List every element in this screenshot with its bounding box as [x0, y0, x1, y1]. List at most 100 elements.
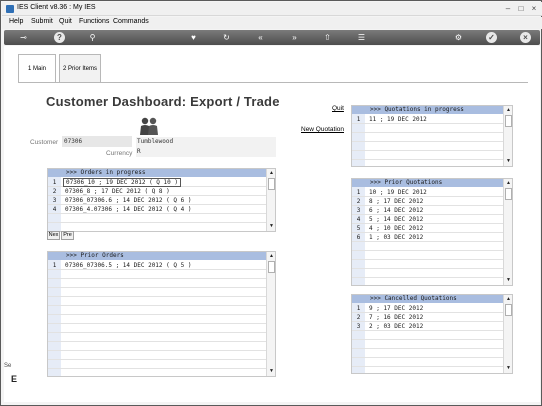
scroll-up-icon[interactable]: ▲ — [505, 180, 512, 187]
scroll-thumb[interactable] — [505, 115, 512, 127]
vertical-scrollbar[interactable]: ▲ ▼ — [266, 252, 275, 376]
table-row[interactable]: 2 8 ; 17 DEC 2012 — [352, 197, 504, 206]
table-row[interactable] — [352, 260, 504, 269]
next-button[interactable]: Nex — [47, 231, 60, 240]
table-row[interactable] — [352, 331, 504, 340]
app-icon — [6, 5, 14, 13]
scroll-thumb[interactable] — [505, 188, 512, 200]
customer-code-field[interactable]: 07306 — [62, 136, 132, 147]
check-icon[interactable]: ✓ — [486, 32, 497, 43]
table-row[interactable]: 1 11 ; 19 DEC 2012 — [352, 115, 504, 124]
table-row[interactable] — [352, 358, 504, 367]
table-row[interactable]: 2 07306_8 ; 17 DEC 2012 ( Q 8 ) — [48, 187, 267, 196]
table-row[interactable] — [48, 324, 267, 333]
tab-divider — [18, 82, 528, 83]
scroll-down-icon[interactable]: ▼ — [268, 223, 275, 230]
main-content: 1 Main 2 Prior Items Customer Dashboard:… — [4, 46, 540, 402]
menu-quit[interactable]: Quit — [59, 18, 72, 25]
table-row[interactable] — [48, 288, 267, 297]
vertical-scrollbar[interactable]: ▲ ▼ — [503, 106, 512, 166]
currency-label: Currency — [106, 150, 133, 157]
minimize-button[interactable]: – — [502, 4, 514, 14]
scroll-up-icon[interactable]: ▲ — [268, 170, 275, 177]
menu-help[interactable]: Help — [9, 18, 23, 25]
grid-header: >>> Prior Quotations — [352, 179, 504, 187]
table-row[interactable] — [352, 142, 504, 151]
tab-prior-items[interactable]: 2 Prior Items — [59, 54, 101, 82]
menu-commands[interactable]: Commands — [113, 18, 149, 25]
table-row[interactable] — [48, 360, 267, 369]
table-row[interactable]: 4 07306_4.07306 ; 14 DEC 2012 ( Q 4 ) — [48, 205, 267, 214]
scroll-up-icon[interactable]: ▲ — [268, 253, 275, 260]
maximize-button[interactable]: □ — [515, 4, 527, 14]
help-icon[interactable]: ? — [54, 32, 65, 43]
table-row[interactable] — [352, 151, 504, 160]
table-row[interactable] — [352, 340, 504, 349]
fast-forward-icon[interactable]: » — [289, 32, 300, 43]
row-number: 1 — [356, 305, 361, 312]
table-row[interactable] — [352, 349, 504, 358]
table-row[interactable]: 1 07306_07306.5 ; 14 DEC 2012 ( Q 5 ) — [48, 261, 267, 270]
table-row[interactable]: 1 07306_10 ; 19 DEC 2012 ( Q 10 ) — [48, 178, 267, 187]
table-row[interactable] — [48, 306, 267, 315]
table-row[interactable] — [352, 242, 504, 251]
side-panel-label: Se — [4, 363, 12, 369]
list-icon[interactable]: ☰ — [356, 32, 367, 43]
vertical-scrollbar[interactable]: ▲ ▼ — [503, 179, 512, 285]
table-row[interactable] — [48, 279, 267, 288]
table-row[interactable]: 2 7 ; 16 DEC 2012 — [352, 313, 504, 322]
scroll-down-icon[interactable]: ▼ — [505, 158, 512, 165]
table-row[interactable]: 3 6 ; 14 DEC 2012 — [352, 206, 504, 215]
customer-label: Customer — [30, 139, 59, 146]
table-row[interactable]: 1 9 ; 17 DEC 2012 — [352, 304, 504, 313]
vertical-scrollbar[interactable]: ▲ ▼ — [503, 295, 512, 373]
customer-name-field: Tumblewood — [136, 137, 276, 147]
vertical-scrollbar[interactable]: ▲ ▼ — [266, 169, 275, 231]
table-row[interactable] — [352, 269, 504, 278]
settings-icon[interactable]: ⚙ — [453, 32, 464, 43]
table-row[interactable] — [352, 133, 504, 142]
menu-functions[interactable]: Functions — [79, 18, 109, 25]
quit-link[interactable]: Quit — [332, 105, 344, 112]
row-text: 07306_07306.6 ; 14 DEC 2012 ( Q 6 ) — [65, 197, 192, 204]
row-text: 8 ; 17 DEC 2012 — [369, 198, 424, 205]
scroll-thumb[interactable] — [505, 304, 512, 316]
close-window-button[interactable]: × — [528, 4, 540, 14]
table-row[interactable] — [352, 124, 504, 133]
scroll-down-icon[interactable]: ▼ — [505, 277, 512, 284]
scroll-down-icon[interactable]: ▼ — [505, 365, 512, 372]
scroll-up-icon[interactable]: ▲ — [505, 107, 512, 114]
table-row[interactable]: 3 07306_07306.6 ; 14 DEC 2012 ( Q 6 ) — [48, 196, 267, 205]
table-row[interactable]: 4 5 ; 14 DEC 2012 — [352, 215, 504, 224]
table-row[interactable] — [48, 315, 267, 324]
row-text: 1 ; 03 DEC 2012 — [369, 234, 424, 241]
table-row[interactable]: 5 4 ; 10 DEC 2012 — [352, 224, 504, 233]
row-number: 3 — [52, 197, 57, 204]
table-row[interactable] — [48, 270, 267, 279]
close-icon[interactable]: × — [520, 32, 531, 43]
heart-icon[interactable]: ♥ — [188, 32, 199, 43]
table-row[interactable] — [48, 342, 267, 351]
table-row[interactable] — [352, 251, 504, 260]
new-quotation-link[interactable]: New Quotation — [301, 126, 344, 133]
row-number: 1 — [356, 116, 361, 123]
export-icon[interactable]: ⇧ — [322, 32, 333, 43]
menu-submit[interactable]: Submit — [31, 18, 53, 25]
key-icon[interactable]: ⊸ — [18, 32, 29, 43]
table-row[interactable] — [48, 351, 267, 360]
tab-main[interactable]: 1 Main — [18, 54, 56, 82]
table-row[interactable] — [48, 297, 267, 306]
table-row[interactable] — [48, 214, 267, 223]
prev-button[interactable]: Pre — [61, 231, 74, 240]
table-row[interactable]: 1 10 ; 19 DEC 2012 — [352, 188, 504, 197]
search-icon[interactable]: ⚲ — [87, 32, 98, 43]
refresh-icon[interactable]: ↻ — [221, 32, 232, 43]
scroll-up-icon[interactable]: ▲ — [505, 296, 512, 303]
scroll-down-icon[interactable]: ▼ — [268, 368, 275, 375]
table-row[interactable]: 3 2 ; 03 DEC 2012 — [352, 322, 504, 331]
table-row[interactable] — [48, 333, 267, 342]
scroll-thumb[interactable] — [268, 178, 275, 190]
rewind-icon[interactable]: « — [255, 32, 266, 43]
table-row[interactable]: 6 1 ; 03 DEC 2012 — [352, 233, 504, 242]
scroll-thumb[interactable] — [268, 261, 275, 273]
